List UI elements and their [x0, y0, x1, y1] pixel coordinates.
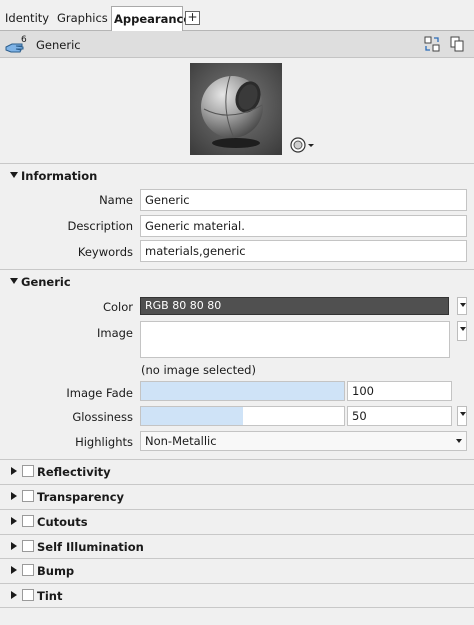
glossiness-label: Glossiness [72, 410, 133, 424]
description-label: Description [67, 219, 134, 233]
image-caption: (no image selected) [141, 363, 256, 377]
transparency-checkbox[interactable] [22, 490, 34, 502]
reflectivity-section[interactable]: Reflectivity [0, 459, 474, 484]
self-illumination-section[interactable]: Self Illumination [0, 534, 474, 559]
glossiness-slider[interactable] [140, 406, 345, 426]
bump-checkbox[interactable] [22, 564, 34, 576]
color-dropdown-icon[interactable] [457, 297, 467, 315]
glossiness-dropdown-icon[interactable] [457, 406, 467, 426]
keywords-label: Keywords [77, 245, 133, 259]
name-field[interactable]: Generic [140, 189, 467, 211]
tint-section[interactable]: Tint [0, 583, 474, 608]
sphere-preview-icon [190, 63, 282, 155]
tint-title: Tint [37, 589, 63, 603]
highlights-select[interactable]: Non-Metallic [140, 431, 467, 451]
glossiness-value[interactable]: 50 [347, 406, 452, 426]
tab-graphics[interactable]: Graphics [55, 6, 108, 31]
information-section-header[interactable]: Information [0, 163, 474, 187]
hand-cursor-icon [5, 41, 25, 56]
image-slot[interactable] [140, 321, 450, 358]
keywords-field[interactable]: materials,generic [140, 240, 467, 262]
expand-triangle-icon [11, 542, 17, 550]
render-options-icon[interactable] [289, 136, 315, 154]
self-illumination-title: Self Illumination [37, 540, 144, 554]
material-name: Generic [36, 38, 81, 52]
tab-identity[interactable]: Identity [3, 6, 51, 31]
replace-material-icon[interactable] [424, 36, 440, 52]
image-label: Image [96, 326, 133, 340]
description-field[interactable]: Generic material. [140, 215, 467, 237]
image-fade-value[interactable]: 100 [347, 381, 452, 401]
bump-section[interactable]: Bump [0, 558, 474, 583]
cutouts-checkbox[interactable] [22, 515, 34, 527]
collapse-triangle-icon [10, 172, 18, 178]
highlights-label: Highlights [75, 435, 133, 449]
material-preview [190, 63, 282, 155]
cutouts-section[interactable]: Cutouts [0, 509, 474, 534]
color-label: Color [102, 300, 133, 314]
expand-triangle-icon [11, 517, 17, 525]
expand-triangle-icon [11, 467, 17, 475]
glossiness-fill [141, 407, 243, 425]
duplicate-material-icon[interactable] [449, 36, 465, 52]
tab-appearance[interactable]: Appearance [111, 6, 191, 32]
expand-triangle-icon [11, 492, 17, 500]
self-illumination-checkbox[interactable] [22, 540, 34, 552]
color-swatch[interactable]: RGB 80 80 80 [140, 297, 449, 315]
image-fade-slider[interactable] [140, 381, 345, 401]
information-title: Information [21, 169, 98, 183]
collapse-triangle-icon [10, 278, 18, 284]
material-header: 6 Generic [0, 31, 474, 58]
generic-section-header[interactable]: Generic [0, 269, 474, 293]
expand-triangle-icon [11, 591, 17, 599]
bump-title: Bump [37, 564, 75, 578]
name-label: Name [99, 193, 133, 207]
image-fade-fill [141, 382, 344, 400]
reflectivity-title: Reflectivity [37, 465, 111, 479]
expand-triangle-icon [11, 566, 17, 574]
tab-bar: Identity Graphics Appearance + [0, 0, 474, 32]
reflectivity-checkbox[interactable] [22, 465, 34, 477]
generic-title: Generic [21, 275, 71, 289]
add-tab-button[interactable]: + [185, 11, 200, 25]
image-fade-label: Image Fade [66, 386, 133, 400]
transparency-section[interactable]: Transparency [0, 484, 474, 509]
transparency-title: Transparency [37, 490, 125, 504]
tint-checkbox[interactable] [22, 589, 34, 601]
cutouts-title: Cutouts [37, 515, 88, 529]
image-dropdown-icon[interactable] [457, 321, 467, 341]
